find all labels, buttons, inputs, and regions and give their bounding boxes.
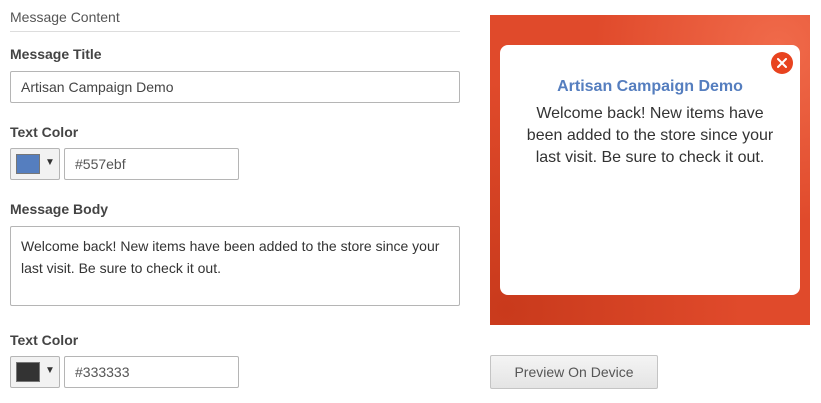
close-icon[interactable]: [771, 52, 793, 74]
message-title-input[interactable]: [10, 71, 460, 103]
preview-on-device-button[interactable]: Preview On Device: [490, 355, 658, 389]
title-color-swatch: [16, 154, 40, 174]
message-body-textarea[interactable]: Welcome back! New items have been added …: [10, 226, 460, 306]
close-x-glyph: [777, 58, 787, 68]
message-title-label: Message Title: [10, 46, 102, 62]
message-body-label: Message Body: [10, 201, 109, 217]
body-color-swatch: [16, 362, 40, 382]
title-color-picker-button[interactable]: ▼: [10, 148, 60, 180]
preview-body: Welcome back! New items have been added …: [526, 105, 774, 166]
chevron-down-icon: ▼: [45, 157, 55, 168]
message-preview-panel: Artisan Campaign Demo Welcome back! New …: [490, 15, 810, 325]
preview-modal: Artisan Campaign Demo Welcome back! New …: [500, 45, 800, 295]
preview-title: Artisan Campaign Demo: [557, 78, 743, 95]
body-color-picker-button[interactable]: ▼: [10, 356, 60, 388]
section-title: Message Content: [10, 9, 460, 32]
title-text-color-label: Text Color: [10, 124, 79, 140]
title-color-hex-input[interactable]: [64, 148, 239, 180]
body-color-hex-input[interactable]: [64, 356, 239, 388]
body-text-color-label: Text Color: [10, 332, 79, 348]
chevron-down-icon: ▼: [45, 365, 55, 376]
